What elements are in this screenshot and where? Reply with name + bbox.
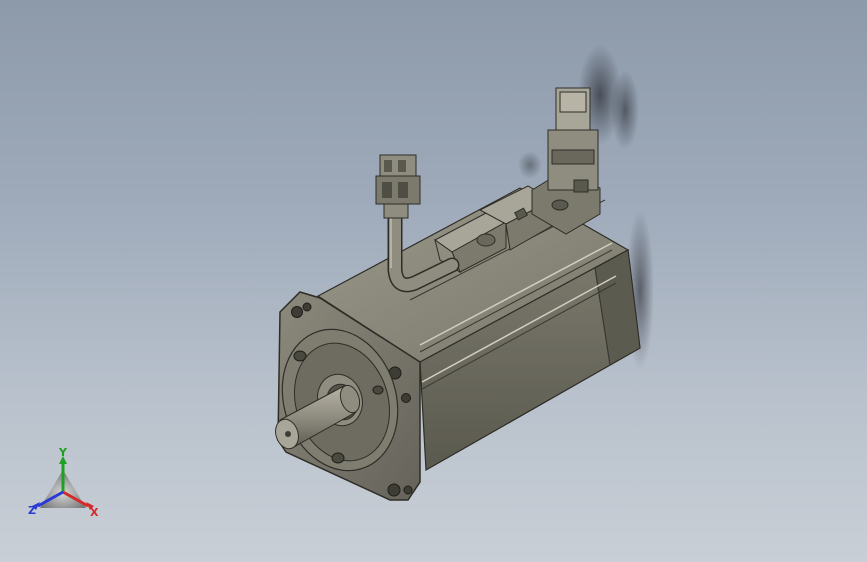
y-axis-label: Y <box>58 448 68 459</box>
coordinate-triad: Y X Z <box>28 448 99 519</box>
graphics-viewport[interactable]: Y X Z <box>0 0 867 562</box>
power-connector <box>531 87 601 235</box>
x-axis-label: X <box>90 506 99 519</box>
servo-motor-model[interactable] <box>0 0 867 562</box>
z-axis-label: Z <box>28 504 36 517</box>
